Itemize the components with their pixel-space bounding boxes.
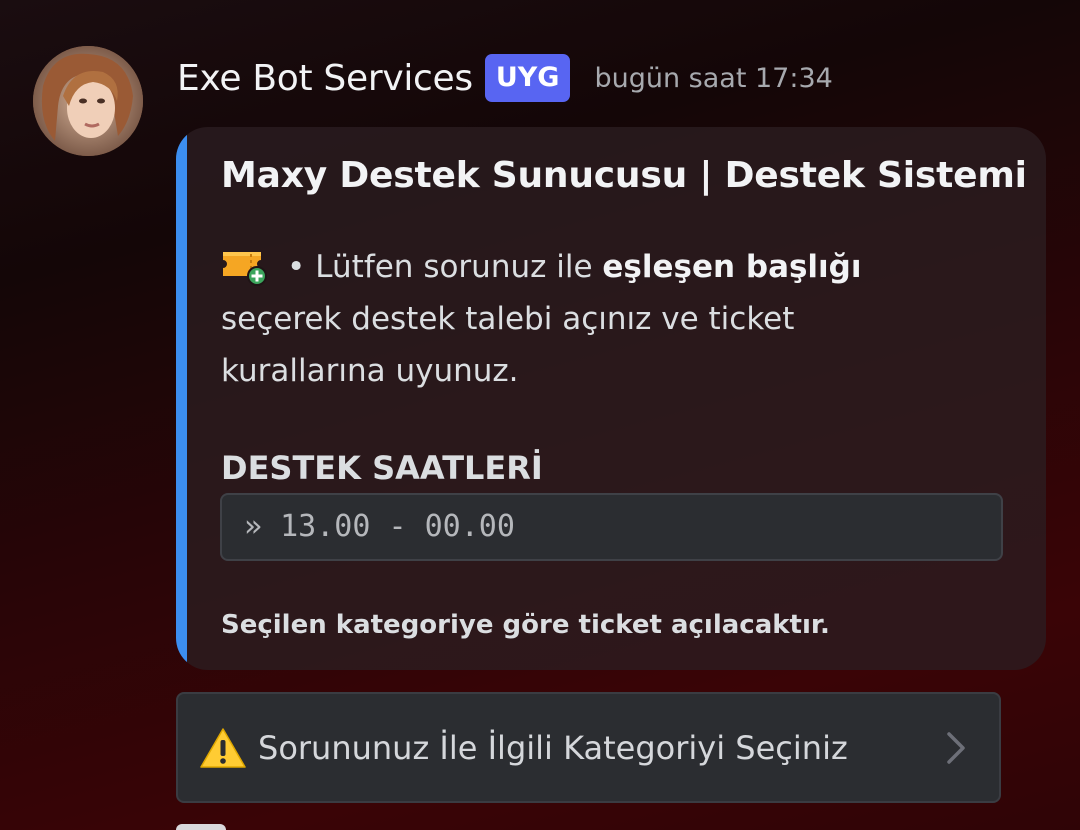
- embed-title: Maxy Destek Sunucusu | Destek Sistemi: [221, 155, 1027, 196]
- description-text-after: seçerek destek talebi açınız ve ticket k…: [221, 301, 795, 389]
- embed-accent-bar: [176, 127, 187, 670]
- avatar[interactable]: [33, 46, 143, 156]
- description-bold-text: eşleşen başlığı: [602, 249, 862, 285]
- select-placeholder: Sorununuz İle İlgili Kategoriyi Seçiniz: [258, 728, 848, 767]
- warning-icon: [200, 727, 246, 768]
- field-name: DESTEK SAATLERİ: [221, 449, 543, 487]
- category-select-menu[interactable]: Sorununuz İle İlgili Kategoriyi Seçiniz: [176, 692, 1001, 803]
- ticket-add-icon: [223, 251, 267, 286]
- field-value-codeblock: » 13.00 - 00.00: [220, 493, 1003, 561]
- author-username[interactable]: Exe Bot Services: [177, 58, 473, 99]
- message-header: Exe Bot Services UYG bugün saat 17:34: [177, 52, 833, 104]
- embed-footer: Seçilen kategoriye göre ticket açılacakt…: [221, 610, 830, 640]
- bullet: •: [287, 249, 306, 285]
- description-text-before: Lütfen sorunuz ile: [315, 249, 603, 285]
- chat-message: Exe Bot Services UYG bugün saat 17:34 Ma…: [0, 0, 1080, 830]
- message-timestamp[interactable]: bugün saat 17:34: [594, 63, 832, 94]
- embed-description: • Lütfen sorunuz ile eşleşen başlığı seçe…: [221, 241, 921, 397]
- next-element-edge: [176, 824, 226, 830]
- user-avatar-photo-icon: [33, 46, 143, 156]
- embed-card: Maxy Destek Sunucusu | Destek Sistemi • L…: [176, 127, 1046, 670]
- chevron-right-icon: [947, 731, 965, 764]
- app-badge: UYG: [484, 54, 571, 102]
